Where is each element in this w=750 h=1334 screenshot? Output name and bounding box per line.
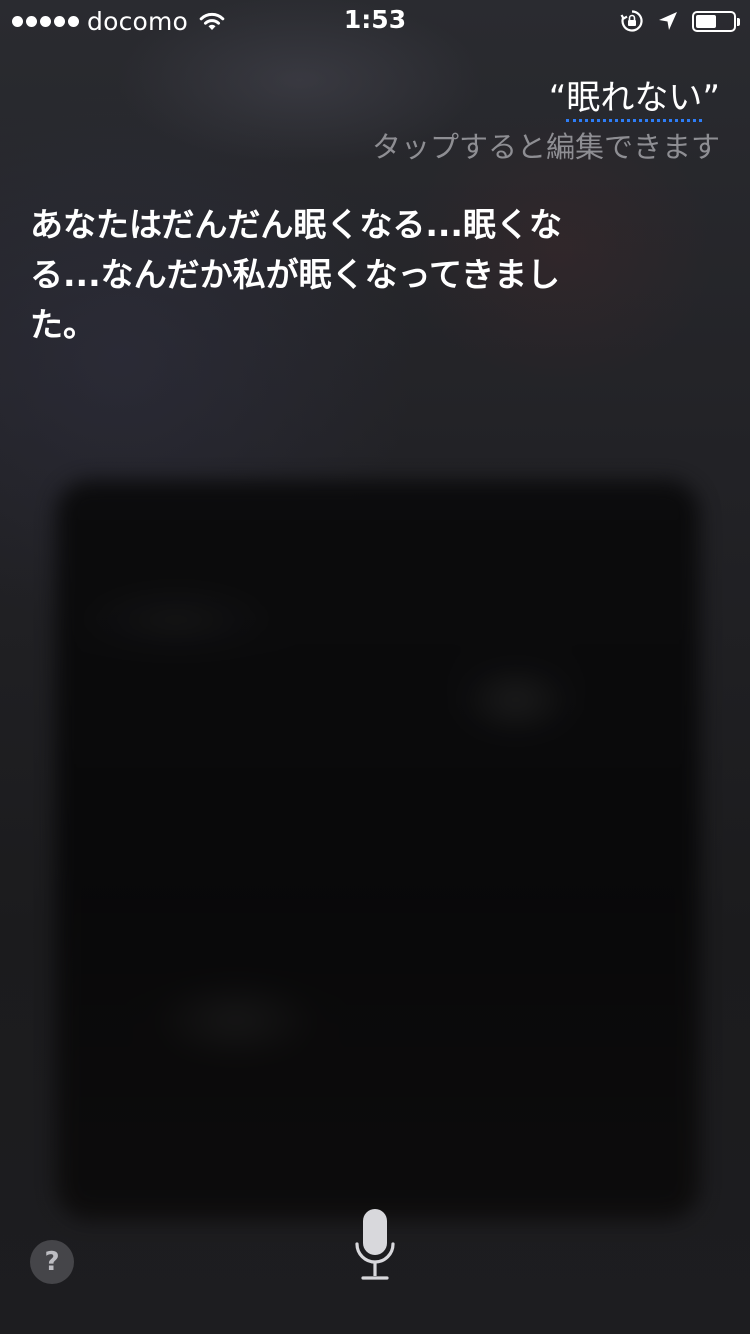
query-open-quote: “ xyxy=(548,78,567,118)
query-close-quote: ” xyxy=(702,78,720,118)
battery-level xyxy=(696,14,716,28)
rotation-lock-icon xyxy=(620,10,643,32)
battery-icon xyxy=(692,10,740,32)
query-text[interactable]: 眠れない xyxy=(566,78,703,122)
status-right xyxy=(620,6,740,36)
help-button[interactable]: ? xyxy=(30,1240,74,1284)
microphone-icon[interactable] xyxy=(354,1208,396,1282)
question-icon: ? xyxy=(44,1247,60,1277)
siri-query[interactable]: “眠れない” xyxy=(548,70,720,122)
siri-response: あなたはだんだん眠くなる...眠くなる...なんだか私が眠くなってきました。 xyxy=(30,205,562,344)
blurred-background-card xyxy=(56,480,700,1220)
status-bar: docomo 1:53 xyxy=(0,0,750,40)
tap-to-edit-hint[interactable]: タップすると編集できます xyxy=(372,124,720,166)
location-arrow-icon xyxy=(659,12,677,30)
